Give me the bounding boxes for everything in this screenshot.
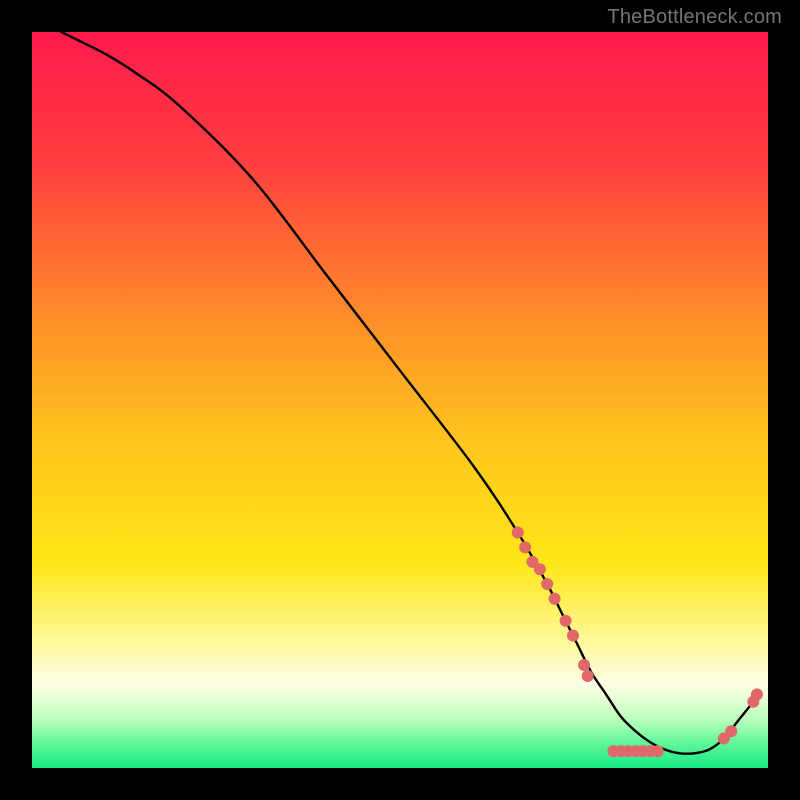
curve-marker	[567, 630, 579, 642]
bottleneck-chart	[0, 0, 800, 800]
curve-marker	[549, 593, 561, 605]
gradient-background	[32, 32, 768, 768]
curve-marker	[534, 563, 546, 575]
curve-marker	[541, 578, 553, 590]
curve-marker	[560, 615, 572, 627]
curve-marker	[519, 541, 531, 553]
watermark-label: TheBottleneck.com	[607, 6, 782, 29]
curve-marker	[751, 688, 763, 700]
curve-marker	[582, 670, 594, 682]
curve-marker	[652, 745, 664, 757]
curve-marker	[725, 725, 737, 737]
curve-marker	[512, 526, 524, 538]
curve-marker	[578, 659, 590, 671]
chart-stage: TheBottleneck.com	[0, 0, 800, 800]
